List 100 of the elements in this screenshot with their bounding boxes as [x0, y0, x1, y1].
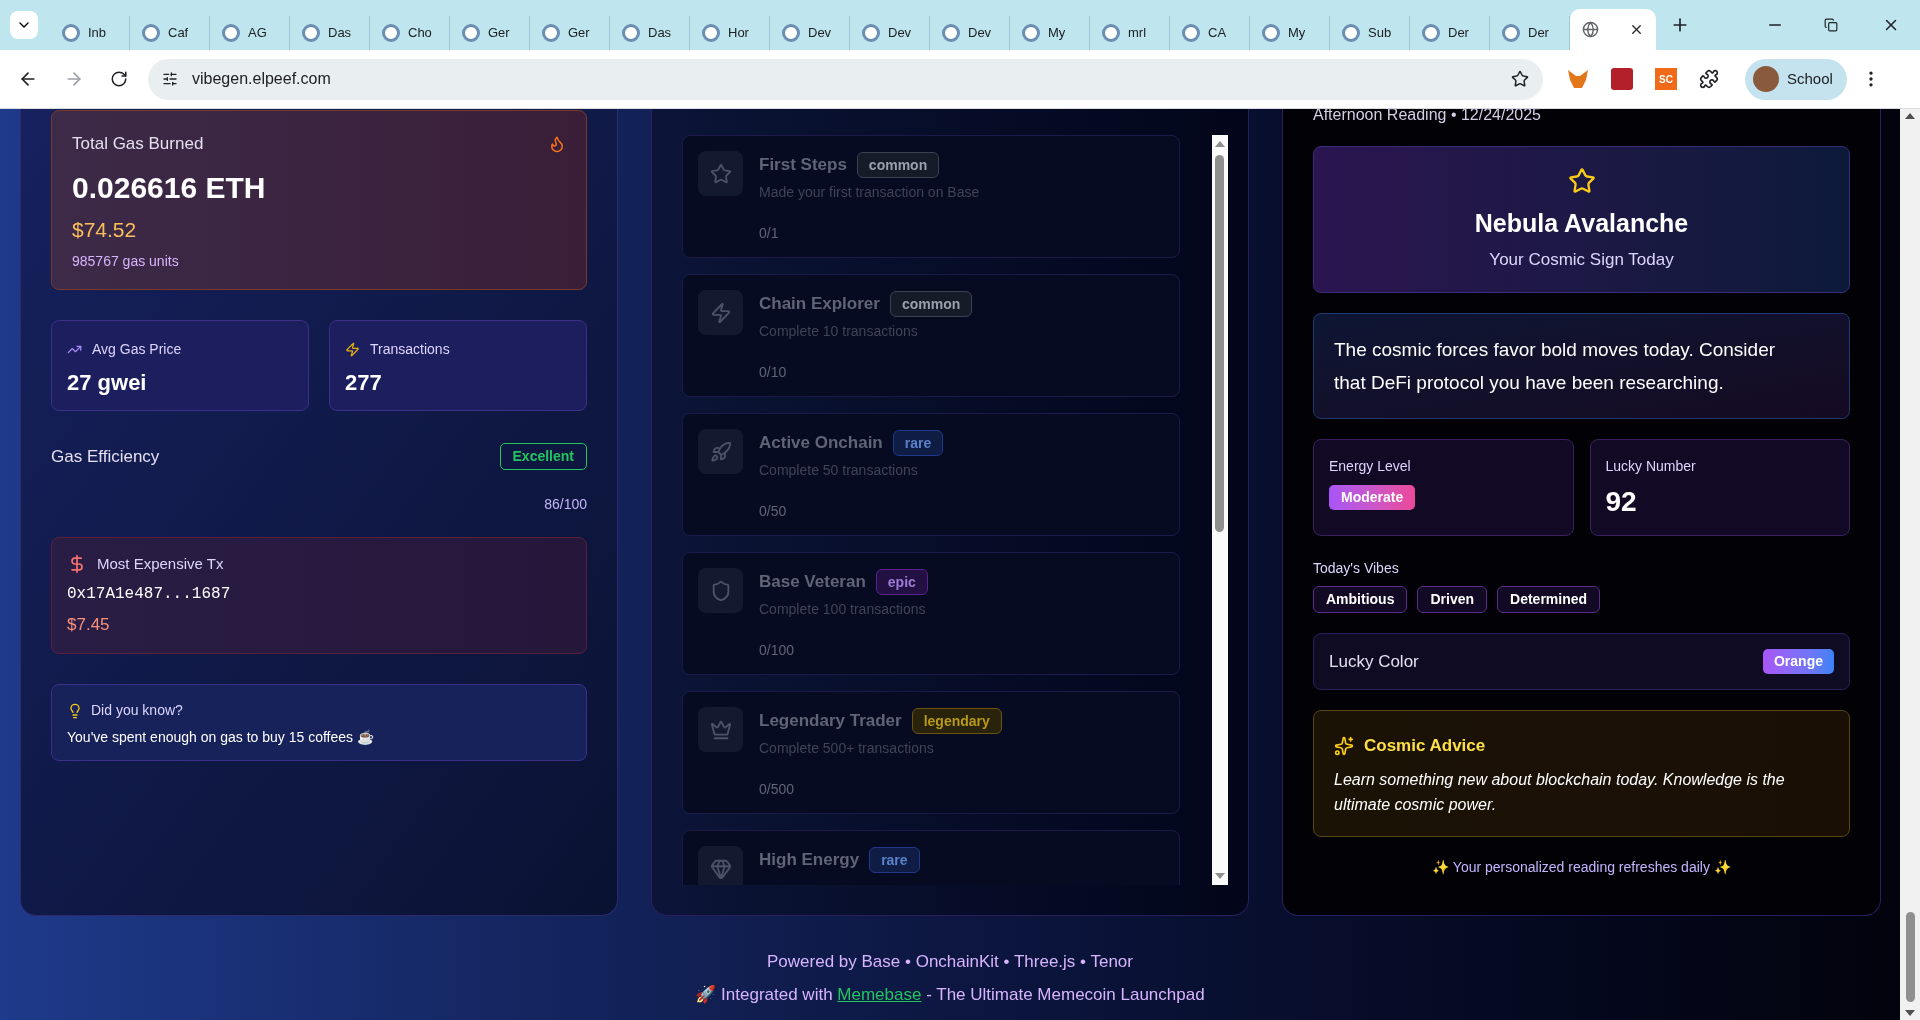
tab-title: mrl	[1128, 24, 1147, 43]
vibe-tag: Ambitious	[1313, 586, 1408, 613]
favicon-icon	[1422, 24, 1440, 42]
efficiency-label: Gas Efficiency	[51, 445, 160, 468]
scrollbar-thumb[interactable]	[1215, 155, 1225, 532]
lightning-icon	[345, 342, 360, 357]
achievement-description: Complete 50 transactions	[759, 461, 919, 480]
tab-title: Das	[648, 24, 672, 43]
achievement-title: First Steps	[759, 154, 847, 177]
tab-title: Dev	[888, 24, 912, 43]
achievement-description: Complete 10 transactions	[759, 322, 919, 341]
energy-label: Energy Level	[1329, 457, 1411, 476]
address-bar[interactable]: vibegen.elpeef.com	[148, 58, 1543, 100]
achievement-description: Complete 100 transactions	[759, 600, 927, 619]
scroll-up-icon[interactable]	[1214, 141, 1225, 147]
rocket-icon	[709, 440, 732, 463]
powered-by-text: Powered by Base • OnchainKit • Three.js • Tenor	[767, 952, 1133, 972]
lightning-icon	[709, 301, 732, 324]
vibe-tag: Determined	[1497, 586, 1601, 613]
achievement-title: Active Onchain	[759, 432, 883, 455]
rarity-badge: rare	[892, 430, 944, 456]
gem-icon	[709, 857, 732, 880]
site-info-icon[interactable]	[162, 71, 178, 87]
url-text: vibegen.elpeef.com	[192, 69, 331, 89]
card-title: Total Gas Burned	[72, 133, 204, 155]
tab-title: Der	[1528, 24, 1549, 43]
favicon-icon	[1022, 24, 1040, 42]
favicon-icon	[222, 24, 240, 42]
favicon-icon	[62, 24, 80, 42]
tab-title: Sub	[1368, 24, 1392, 43]
usd-value: $74.52	[72, 216, 138, 243]
rarity-badge: epic	[875, 569, 928, 595]
restore-icon[interactable]	[1824, 18, 1838, 32]
globe-icon	[1582, 21, 1599, 38]
scrollbar-thumb[interactable]	[1905, 912, 1915, 1002]
star-icon	[709, 162, 732, 185]
scrollbar[interactable]	[1211, 135, 1228, 885]
close-icon[interactable]	[1629, 22, 1644, 37]
card-title: Most Expensive Tx	[97, 554, 224, 574]
sign-name: Nebula Avalanche	[1474, 208, 1689, 239]
achievement-progress: 0/50	[759, 502, 787, 521]
achievement-progress: 0/10	[759, 363, 787, 382]
memebase-link[interactable]: Memebase	[837, 985, 922, 1004]
achievement-title: High Energy	[759, 849, 860, 872]
favicon-icon	[1262, 24, 1280, 42]
star-icon	[1567, 167, 1596, 195]
energy-badge: Moderate	[1329, 485, 1416, 510]
tab-title: Das	[328, 24, 352, 43]
advice-text: Learn something new about blockchain today. Knowledge is the ultimate cosmic power.	[1334, 769, 1786, 815]
reading-heading: Afternoon Reading • 12/24/2025	[1313, 105, 1542, 125]
stat-label: Transactions	[370, 340, 450, 359]
tip-title: Did you know?	[91, 701, 183, 720]
tab-title: Inb	[88, 24, 107, 43]
bookmark-star-icon[interactable]	[1511, 70, 1529, 88]
tip-text: You've spent enough on gas to buy 15 coffees ☕	[67, 728, 375, 747]
scroll-down-icon[interactable]	[1214, 873, 1225, 879]
achievement-progress: 0/100	[759, 641, 795, 660]
favicon-icon	[702, 24, 720, 42]
lucky-number-label: Lucky Number	[1605, 457, 1697, 476]
favicon-icon	[622, 24, 640, 42]
crown-icon	[709, 718, 732, 741]
tab-title: Ger	[568, 24, 590, 43]
scroll-down-icon[interactable]	[1905, 1010, 1915, 1016]
sparkles-icon	[1334, 735, 1354, 756]
achievement-description: Complete 500+ transactions	[759, 739, 935, 758]
tab-title: Ger	[488, 24, 510, 43]
lucky-color-label: Lucky Color	[1329, 650, 1419, 673]
tab-title: My	[1048, 24, 1066, 43]
favicon-icon	[302, 24, 320, 42]
reading-message: The cosmic forces favor bold moves today. Consider that DeFi protocol you have been researching.	[1334, 338, 1777, 395]
tab-title: Caf	[168, 24, 189, 43]
extensions-icon[interactable]	[1699, 69, 1719, 89]
advice-title: Cosmic Advice	[1364, 735, 1486, 757]
profile-button[interactable]: School	[1745, 58, 1847, 100]
favicon-icon	[1102, 24, 1120, 42]
favicon-icon	[382, 24, 400, 42]
tab-title: Der	[1448, 24, 1469, 43]
scroll-up-icon[interactable]	[1905, 113, 1915, 119]
tab-search-button[interactable]	[10, 11, 38, 39]
achievement-title: Chain Explorer	[759, 293, 880, 316]
lightbulb-icon	[67, 702, 83, 719]
rarity-badge: common	[856, 152, 940, 178]
tab-title: CA	[1208, 24, 1227, 43]
lucky-number: 92	[1605, 485, 1638, 519]
tab-title: Hor	[728, 24, 749, 43]
page-scrollbar[interactable]	[1900, 109, 1920, 1020]
tab-title: My	[1288, 24, 1306, 43]
favicon-icon	[142, 24, 160, 42]
efficiency-score: 86/100	[544, 495, 587, 514]
browser-tab[interactable]	[1570, 9, 1656, 50]
reload-icon[interactable]	[110, 70, 128, 88]
favicon-icon	[942, 24, 960, 42]
tab-title: Cho	[408, 24, 432, 43]
favicon-icon	[462, 24, 480, 42]
rarity-badge: common	[889, 291, 973, 317]
tab-title: Dev	[808, 24, 832, 43]
tx-hash: 0x17A1e487...1687	[67, 583, 232, 605]
favicon-icon	[1502, 24, 1520, 42]
tab-title: AG	[248, 24, 267, 43]
efficiency-badge: Excellent	[499, 443, 587, 470]
